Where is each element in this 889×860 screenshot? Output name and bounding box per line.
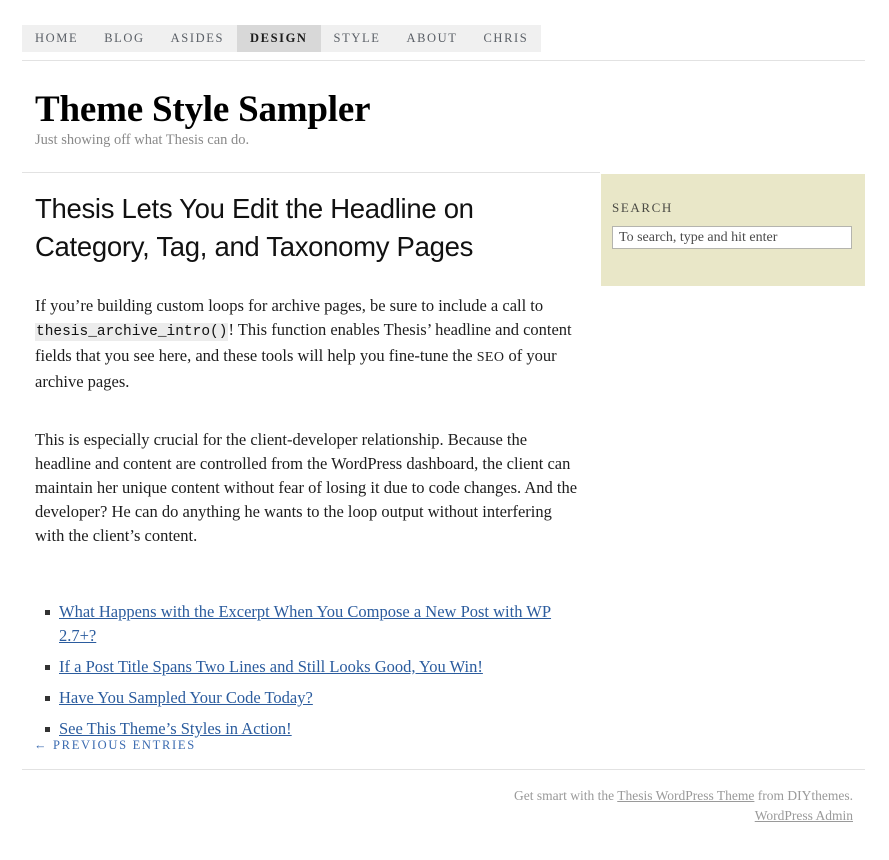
footer-credit-suffix: from DIYthemes. (754, 788, 853, 803)
search-input[interactable] (612, 226, 852, 249)
paragraph-text-before-code: If you’re building custom loops for arch… (35, 296, 544, 315)
post-headline: Thesis Lets You Edit the Headline on Cat… (35, 193, 474, 262)
page-root: Home Blog Asides Design Style About Chri… (0, 0, 889, 860)
footer-credit-prefix: Get smart with the (514, 788, 618, 803)
footer: Get smart with the Thesis WordPress Them… (514, 786, 853, 826)
previous-entries-link[interactable]: ← Previous Entries (34, 738, 196, 753)
post-link[interactable]: See This Theme’s Styles in Action! (59, 719, 292, 738)
post-link[interactable]: Have You Sampled Your Code Today? (59, 688, 313, 707)
nav-item-home[interactable]: Home (22, 25, 91, 52)
nav-item-asides[interactable]: Asides (158, 25, 237, 52)
post-link-list: What Happens with the Excerpt When You C… (35, 600, 580, 741)
seo-abbreviation: SEO (476, 350, 505, 365)
search-widget-title: Search (612, 200, 673, 215)
sidebar: Search (601, 174, 865, 286)
primary-navigation: Home Blog Asides Design Style About Chri… (22, 25, 542, 52)
nav-item-chris[interactable]: Chris (471, 25, 542, 52)
nav-item-design[interactable]: Design (237, 25, 321, 52)
inline-code-snippet: thesis_archive_intro() (35, 323, 229, 341)
footer-divider (22, 769, 865, 770)
list-item: If a Post Title Spans Two Lines and Stil… (45, 655, 580, 679)
main-content: Thesis Lets You Edit the Headline on Cat… (35, 190, 580, 748)
nav-item-blog[interactable]: Blog (91, 25, 157, 52)
thesis-theme-link[interactable]: Thesis WordPress Theme (617, 788, 754, 803)
nav-item-style[interactable]: Style (321, 25, 394, 52)
list-item: Have You Sampled Your Code Today? (45, 686, 580, 710)
site-tagline: Just showing off what Thesis can do. (35, 132, 250, 148)
post-link[interactable]: If a Post Title Spans Two Lines and Stil… (59, 657, 483, 676)
intro-paragraph: If you’re building custom loops for arch… (35, 294, 580, 394)
wordpress-admin-link[interactable]: WordPress Admin (755, 808, 853, 823)
body-paragraph: This is especially crucial for the clien… (35, 430, 578, 545)
footer-credit-line: Get smart with the Thesis WordPress Them… (514, 786, 853, 806)
content-divider (22, 172, 600, 173)
nav-item-about[interactable]: About (393, 25, 470, 52)
nav-divider (22, 60, 865, 61)
site-title: Theme Style Sampler (35, 89, 371, 130)
post-link[interactable]: What Happens with the Excerpt When You C… (59, 602, 551, 645)
list-item: What Happens with the Excerpt When You C… (45, 600, 580, 648)
footer-admin-line: WordPress Admin (514, 806, 853, 826)
